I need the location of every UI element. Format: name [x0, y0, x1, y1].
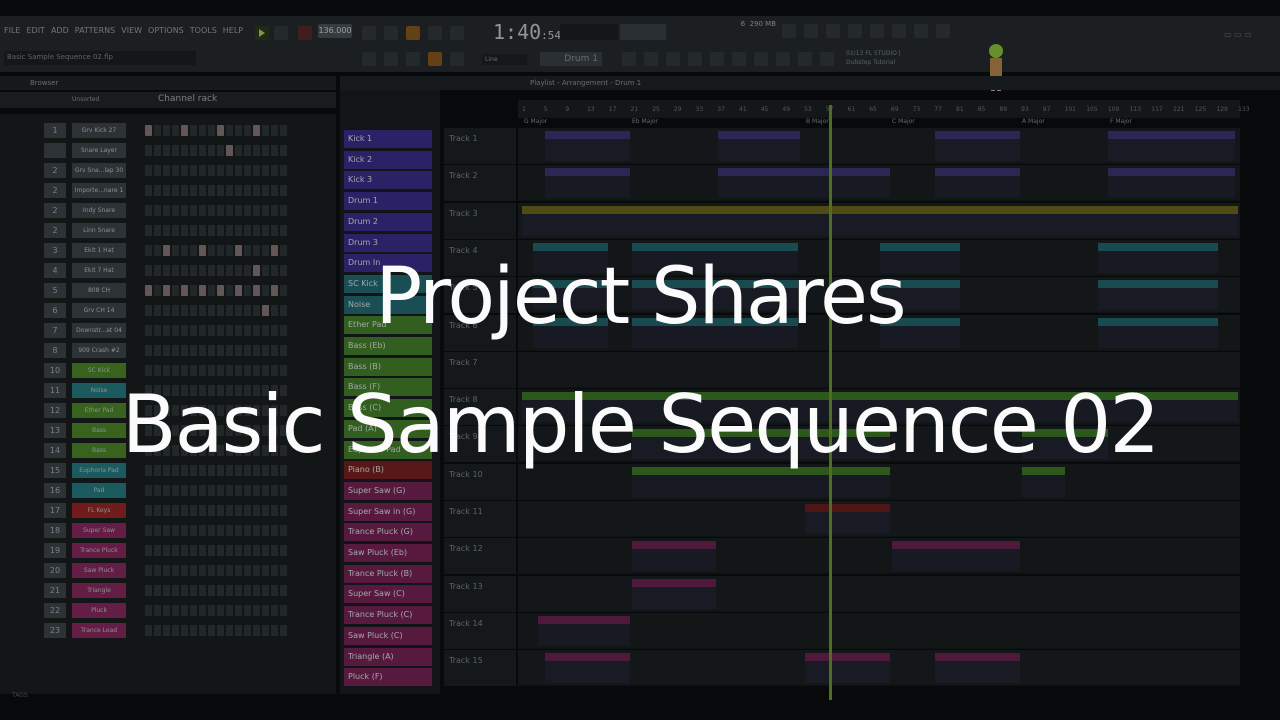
- title-overlay: [0, 0, 1280, 720]
- overlay-subtitle: Basic Sample Sequence 02: [121, 378, 1160, 471]
- overlay-title: Project Shares: [375, 252, 906, 342]
